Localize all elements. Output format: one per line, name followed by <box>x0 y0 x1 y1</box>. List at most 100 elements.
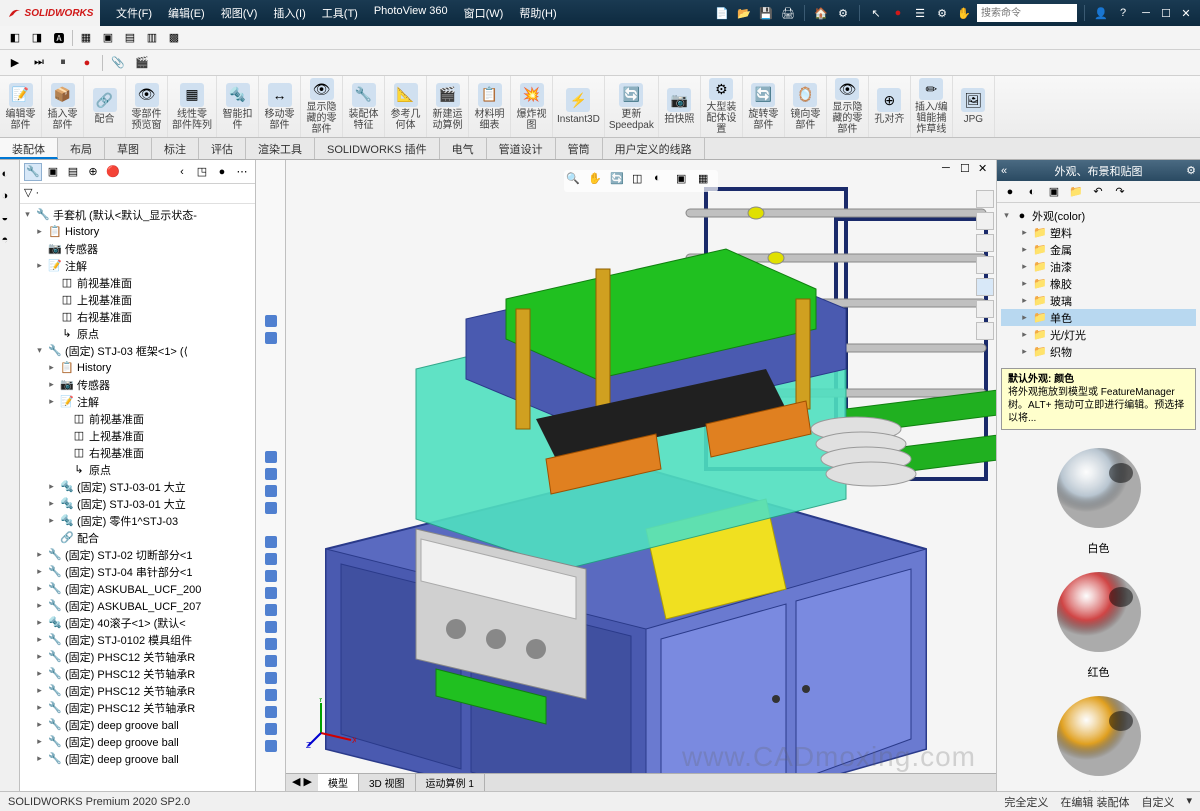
rt-icon[interactable] <box>976 190 994 208</box>
display-state-cell[interactable] <box>256 499 285 516</box>
rt-icon[interactable] <box>976 256 994 274</box>
tree-node[interactable]: ◫右视基准面 <box>22 444 253 461</box>
home-icon[interactable]: 🏠 <box>812 4 830 22</box>
expand-icon[interactable]: ▸ <box>46 515 57 526</box>
display-state-cell[interactable] <box>256 720 285 737</box>
qa-icon[interactable]: ◧ <box>6 29 24 47</box>
display-state-cell[interactable] <box>256 295 285 312</box>
ribbon-button[interactable]: 🔄更新 Speedpak <box>605 76 659 137</box>
user-icon[interactable]: 👤 <box>1092 4 1110 22</box>
gear-icon[interactable]: ⚙ <box>933 4 951 22</box>
options-icon[interactable]: ☰ <box>911 4 929 22</box>
app-ico[interactable]: ● <box>1001 183 1019 201</box>
expand-icon[interactable] <box>58 430 69 441</box>
clip-icon[interactable]: 📎 <box>109 54 127 72</box>
tree-node[interactable]: ▸🔧(固定) deep groove ball <box>22 716 253 733</box>
expand-icon[interactable]: ▸ <box>34 634 45 645</box>
scene-icon[interactable]: 🎬 <box>133 54 151 72</box>
tree-node[interactable]: ◫上视基准面 <box>22 427 253 444</box>
tree-root-node[interactable]: ▾🔧 手套机 (默认<默认_显示状态- <box>22 206 253 223</box>
ribbon-button[interactable]: ⚙大型装 配体设 置 <box>701 76 743 137</box>
expand-icon[interactable]: ▸ <box>34 651 45 662</box>
expand-icon[interactable]: ▸ <box>34 549 45 560</box>
expand-icon[interactable]: ▸ <box>34 600 45 611</box>
appearance-node[interactable]: ▸📁光/灯光 <box>1001 326 1196 343</box>
appearance-node[interactable]: ▸📁织物 <box>1001 343 1196 360</box>
tree-node[interactable]: ▸🔧(固定) ASKUBAL_UCF_200 <box>22 580 253 597</box>
tree-node[interactable]: ▸🔧(固定) PHSC12 关节轴承R <box>22 682 253 699</box>
zoom-icon[interactable]: 🔍 <box>566 172 584 190</box>
expand-icon[interactable]: ▸ <box>1019 261 1030 272</box>
menu-item[interactable]: 帮助(H) <box>511 1 564 25</box>
qa-icon[interactable]: ▤ <box>121 29 139 47</box>
tree-node[interactable]: ▸🔩(固定) 零件1^STJ-03 <box>22 512 253 529</box>
expand-icon[interactable]: ▸ <box>34 226 45 237</box>
ribbon-button[interactable]: 👁显示隐 藏的零 部件 <box>301 76 343 137</box>
tree-tab-icon[interactable]: ▤ <box>64 163 82 181</box>
tree-node[interactable]: ↳原点 <box>22 325 253 342</box>
display-state-cell[interactable] <box>256 414 285 431</box>
app-ico[interactable]: ↶ <box>1089 183 1107 201</box>
display-state-cell[interactable] <box>256 737 285 754</box>
tree-filter[interactable]: ▽ · <box>20 184 255 204</box>
display-state-cell[interactable] <box>256 227 285 244</box>
display-state-cell[interactable] <box>256 346 285 363</box>
ribbon-button[interactable]: 🎬新建运 动算例 <box>427 76 469 137</box>
menu-item[interactable]: 工具(T) <box>314 1 366 25</box>
expand-icon[interactable]: ▸ <box>34 753 45 764</box>
appearance-swatches[interactable]: 白色红色橙色 <box>997 434 1200 791</box>
display-state-cell[interactable] <box>256 244 285 261</box>
rt-icon[interactable] <box>976 300 994 318</box>
color-swatch[interactable]: 白色 <box>1039 438 1159 556</box>
ribbon-button[interactable]: ✏插入/编 辑能捕 炸草线 <box>911 76 953 137</box>
ribbon-button[interactable]: 📋材料明 细表 <box>469 76 511 137</box>
ball-icon[interactable]: ● <box>213 163 231 181</box>
rt-icon[interactable] <box>976 322 994 340</box>
ribbon-button[interactable]: 🔧装配体 特征 <box>343 76 385 137</box>
help-icon[interactable]: ? <box>1114 4 1132 22</box>
tree-node[interactable]: ▸🔧(固定) ASKUBAL_UCF_207 <box>22 597 253 614</box>
tree-node[interactable]: ▸🔧(固定) STJ-0102 模具组件 <box>22 631 253 648</box>
ribbon-button[interactable]: 📦插入零 部件 <box>42 76 84 137</box>
command-tab[interactable]: 草图 <box>105 138 152 159</box>
ribbon-button[interactable]: ⊕孔对齐 <box>869 76 911 137</box>
tree-node[interactable]: ↳原点 <box>22 461 253 478</box>
cube-icon[interactable]: ◳ <box>193 163 211 181</box>
tree-node[interactable]: ◫上视基准面 <box>22 291 253 308</box>
app-ico[interactable]: 📁 <box>1067 183 1085 201</box>
expand-icon[interactable]: ▸ <box>34 685 45 696</box>
expand-icon[interactable]: ▸ <box>46 481 57 492</box>
tree-node[interactable]: ▸📝注解 <box>22 393 253 410</box>
tree-node[interactable]: 🔗配合 <box>22 529 253 546</box>
ribbon-button[interactable]: ▦线性零 部件阵列 <box>168 76 217 137</box>
tree-node[interactable]: ▸📋History <box>22 359 253 376</box>
tree-node[interactable]: ▸🔩(固定) STJ-03-01 大立 <box>22 478 253 495</box>
record-icon[interactable]: ● <box>78 54 96 72</box>
expand-icon[interactable]: ▸ <box>46 362 57 373</box>
open-icon[interactable]: 📂 <box>735 4 753 22</box>
ribbon-button[interactable]: ⚡Instant3D <box>553 76 605 137</box>
menu-item[interactable]: 视图(V) <box>213 1 266 25</box>
tree-node[interactable]: ▸🔩(固定) 40滚子<1> (默认< <box>22 614 253 631</box>
command-tab[interactable]: 装配体 <box>0 138 58 159</box>
app-ico[interactable]: ◐ <box>1023 183 1041 201</box>
maximize-icon[interactable]: ☐ <box>1156 4 1176 22</box>
ribbon-button[interactable]: 📷拍快照 <box>659 76 701 137</box>
command-tab[interactable]: 标注 <box>152 138 199 159</box>
ribbon-button[interactable]: 👁显示隐 藏的零 部件 <box>827 76 869 137</box>
tree-node[interactable]: ▸🔧(固定) STJ-02 切断部分<1 <box>22 546 253 563</box>
lb-icon[interactable]: ◐ <box>2 168 18 184</box>
tree-node[interactable]: ▸📋History <box>22 223 253 240</box>
expand-icon[interactable] <box>46 328 57 339</box>
command-tab[interactable]: SOLIDWORKS 插件 <box>315 138 440 159</box>
ribbon-button[interactable]: 🪞镜向零 部件 <box>785 76 827 137</box>
display-state-cell[interactable] <box>256 397 285 414</box>
appearance-node[interactable]: ▸📁玻璃 <box>1001 292 1196 309</box>
display-state-cell[interactable] <box>256 482 285 499</box>
display-state-cell[interactable] <box>256 363 285 380</box>
rt-icon[interactable] <box>976 278 994 296</box>
expand-icon[interactable] <box>46 532 57 543</box>
ribbon-button[interactable]: ↔移动零 部件 <box>259 76 301 137</box>
lb-icon[interactable]: ◑ <box>2 190 18 206</box>
display-state-cell[interactable] <box>256 312 285 329</box>
